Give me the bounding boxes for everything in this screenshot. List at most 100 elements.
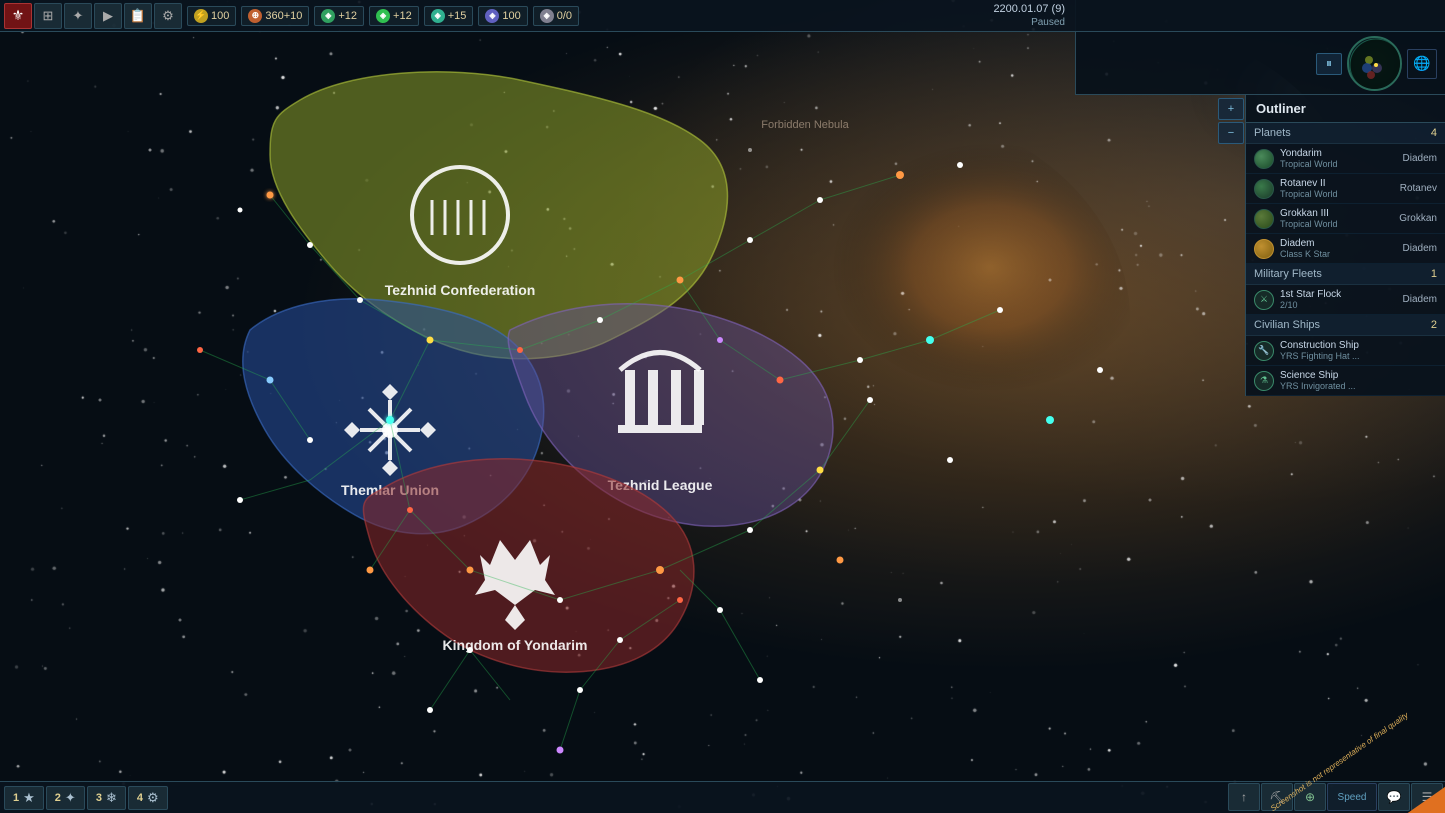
sectors-button[interactable]: ⚙	[154, 3, 182, 29]
ship-icon-science: ⚗	[1254, 371, 1274, 391]
tab-2-button[interactable]: 2 ✦	[46, 786, 85, 810]
fleet-item-1st[interactable]: ⚔ 1st Star Flock 2/10 Diadem	[1246, 285, 1445, 315]
planet-name-rotanev: Rotanev II	[1280, 178, 1394, 189]
game-status: Paused	[993, 16, 1065, 29]
planet-details-diadem: Diadem Class K Star	[1280, 238, 1397, 259]
politics-button[interactable]: ▶	[94, 3, 122, 29]
top-bar: ⚜ ⊞ ✦ ▶ 📋 ⚙ ⚡ 100 ⊕ 360+10 ◈ +12 ◈ +12 ◈…	[0, 0, 1445, 32]
research-value: 100	[502, 10, 520, 22]
planet-type-grokkan: Tropical World	[1280, 219, 1393, 229]
planets-count: 4	[1431, 127, 1437, 139]
ship-sub-science: YRS Invigorated ...	[1280, 381, 1437, 391]
yondarim-label: Kingdom of Yondarim	[443, 637, 588, 653]
trade-icon: ◈	[376, 9, 390, 23]
outliner-title: Outliner	[1246, 95, 1445, 123]
ship-sub-construction: YRS Fighting Hat ...	[1280, 351, 1437, 361]
planet-icon-yondarim	[1254, 149, 1274, 169]
nebula-label: Forbidden Nebula	[761, 119, 849, 131]
diplomacy-button[interactable]: 📋	[124, 3, 152, 29]
zoom-out-button[interactable]: −	[1218, 122, 1244, 144]
minerals-value: 360+10	[265, 10, 302, 22]
pause-button[interactable]: ⏸	[1316, 53, 1342, 75]
trade-resource[interactable]: ◈ +12	[369, 6, 419, 26]
fleet-power-1st: 2/10	[1280, 300, 1397, 310]
build-button[interactable]: ⛏	[1261, 783, 1293, 811]
influence-resource[interactable]: ◈ 0/0	[533, 6, 579, 26]
empire-button[interactable]: ⚜	[4, 3, 32, 29]
planet-item-grokkan[interactable]: Grokkan III Tropical World Grokkan	[1246, 204, 1445, 234]
fleet-details-1st: 1st Star Flock 2/10	[1280, 289, 1397, 310]
military-section-header[interactable]: Military Fleets 1	[1246, 264, 1445, 285]
planet-type-rotanev: Tropical World	[1280, 189, 1394, 199]
food-icon: ◈	[321, 9, 335, 23]
map-button[interactable]: ⊞	[34, 3, 62, 29]
alloys-resource[interactable]: ◈ +15	[424, 6, 474, 26]
ship-icon-construction: 🔧	[1254, 341, 1274, 361]
energy-value: 100	[211, 10, 229, 22]
tab-4-button[interactable]: 4 ⚙	[128, 786, 168, 810]
planet-name-grokkan: Grokkan III	[1280, 208, 1393, 219]
civilian-count: 2	[1431, 319, 1437, 331]
tab-1-button[interactable]: 1 ★	[4, 786, 44, 810]
planet-type-diadem: Class K Star	[1280, 249, 1397, 259]
planet-details-grokkan: Grokkan III Tropical World	[1280, 208, 1393, 229]
ship-item-science[interactable]: ⚗ Science Ship YRS Invigorated ...	[1246, 366, 1445, 396]
influence-value: 0/0	[557, 10, 572, 22]
zoom-in-button[interactable]: +	[1218, 98, 1244, 120]
planets-label: Planets	[1254, 127, 1291, 139]
move-button[interactable]: ↑	[1228, 783, 1260, 811]
fleet-name-1st: 1st Star Flock	[1280, 289, 1397, 300]
planet-type-yondarim: Tropical World	[1280, 159, 1397, 169]
alloys-value: +15	[448, 10, 467, 22]
menu-button[interactable]: ☰	[1411, 783, 1443, 811]
minerals-icon: ⊕	[248, 9, 262, 23]
planet-loc-grokkan: Grokkan	[1399, 213, 1437, 224]
speed-display: Speed	[1327, 783, 1377, 811]
planet-icon-grokkan	[1254, 209, 1274, 229]
tezhnid-confederation-label: Tezhnid Confederation	[385, 282, 536, 298]
planet-item-yondarim[interactable]: Yondarim Tropical World Diadem	[1246, 144, 1445, 174]
settle-button[interactable]: ⊕	[1294, 783, 1326, 811]
military-label: Military Fleets	[1254, 268, 1322, 280]
game-date: 2200.01.07 (9)	[993, 2, 1065, 16]
minerals-resource[interactable]: ⊕ 360+10	[241, 6, 309, 26]
civilian-section-header[interactable]: Civilian Ships 2	[1246, 315, 1445, 336]
planet-name-yondarim: Yondarim	[1280, 148, 1397, 159]
bottom-bar: 1 ★ 2 ✦ 3 ❄ 4 ⚙ ↑ ⛏ ⊕ Speed 💬 ☰	[0, 781, 1445, 813]
ship-details-construction: Construction Ship YRS Fighting Hat ...	[1280, 340, 1437, 361]
ship-item-construction[interactable]: 🔧 Construction Ship YRS Fighting Hat ...	[1246, 336, 1445, 366]
outliner-panel: Outliner Planets 4 Yondarim Tropical Wor…	[1245, 95, 1445, 396]
date-display: 2200.01.07 (9) Paused	[993, 2, 1065, 29]
planet-item-diadem[interactable]: Diadem Class K Star Diadem	[1246, 234, 1445, 264]
planet-details-yondarim: Yondarim Tropical World	[1280, 148, 1397, 169]
planet-loc-diadem: Diadem	[1403, 243, 1437, 254]
planet-item-rotanev[interactable]: Rotanev II Tropical World Rotanev	[1246, 174, 1445, 204]
ship-name-science: Science Ship	[1280, 370, 1437, 381]
planet-icon-diadem	[1254, 239, 1274, 259]
energy-resource[interactable]: ⚡ 100	[187, 6, 236, 26]
map-controls: + −	[1215, 95, 1245, 147]
military-count: 1	[1431, 268, 1437, 280]
minimap[interactable]	[1347, 36, 1402, 91]
food-resource[interactable]: ◈ +12	[314, 6, 364, 26]
food-value: +12	[338, 10, 357, 22]
planet-name-diadem: Diadem	[1280, 238, 1397, 249]
civilian-label: Civilian Ships	[1254, 319, 1320, 331]
planet-loc-rotanev: Rotanev	[1400, 183, 1437, 194]
research-icon: ◈	[485, 9, 499, 23]
chat-button[interactable]: 💬	[1378, 783, 1410, 811]
influence-icon: ◈	[540, 9, 554, 23]
planet-loc-yondarim: Diadem	[1403, 153, 1437, 164]
ship-name-construction: Construction Ship	[1280, 340, 1437, 351]
tab-3-button[interactable]: 3 ❄	[87, 786, 126, 810]
ship-details-science: Science Ship YRS Invigorated ...	[1280, 370, 1437, 391]
planet-details-rotanev: Rotanev II Tropical World	[1280, 178, 1394, 199]
alloys-icon: ◈	[431, 9, 445, 23]
galaxy-map-button[interactable]: 🌐	[1407, 49, 1437, 79]
research-resource[interactable]: ◈ 100	[478, 6, 527, 26]
energy-icon: ⚡	[194, 9, 208, 23]
fleet-loc-1st: Diadem	[1403, 294, 1437, 305]
bottom-right-controls: ↑ ⛏ ⊕ Speed 💬 ☰	[1228, 781, 1445, 813]
planets-section-header[interactable]: Planets 4	[1246, 123, 1445, 144]
technology-button[interactable]: ✦	[64, 3, 92, 29]
